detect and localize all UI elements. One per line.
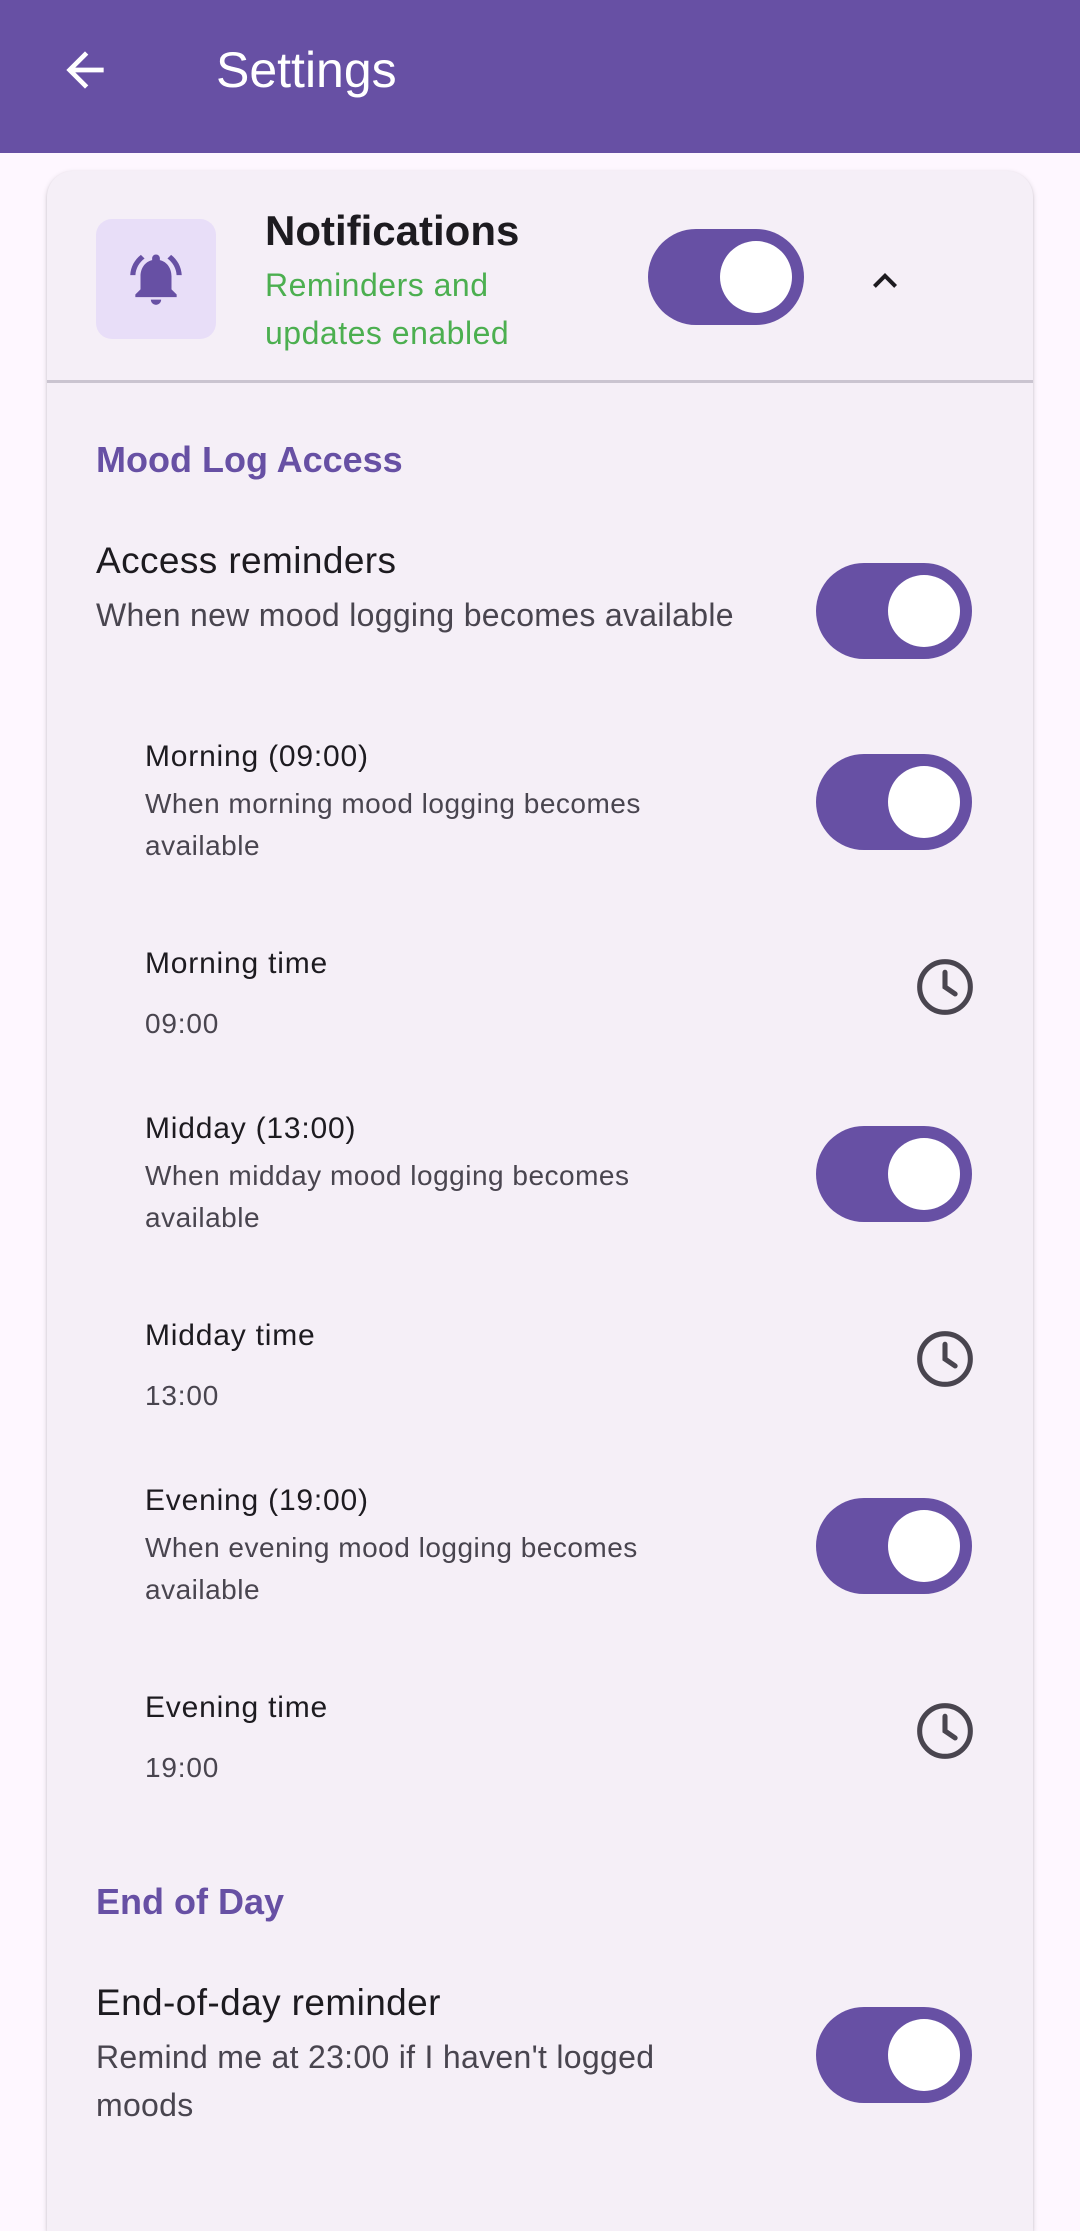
midday-time-value: 13:00 (145, 1380, 220, 1411)
morning-time-picker-button[interactable] (913, 955, 977, 1019)
notifications-status: Reminders and updates enabled (265, 267, 510, 351)
evening-title: Evening (19:00) (145, 1484, 369, 1517)
access-reminders-toggle[interactable] (816, 563, 972, 659)
toggle-thumb (888, 1510, 960, 1582)
morning-time-value: 09:00 (145, 1008, 220, 1039)
app-bar: Settings (0, 0, 1080, 153)
access-reminders-title: Access reminders (96, 540, 397, 581)
midday-title: Midday (13:00) (145, 1112, 357, 1145)
midday-time-label: Midday time (145, 1319, 316, 1352)
bell-icon (130, 254, 182, 305)
collapse-button[interactable] (855, 251, 915, 311)
evening-subtitle: When evening mood logging becomes availa… (145, 1532, 638, 1605)
toggle-thumb (720, 241, 792, 313)
midday-toggle[interactable] (816, 1126, 972, 1222)
page-title: Settings (216, 42, 397, 98)
section-title-mood-log-access: Mood Log Access (96, 439, 403, 480)
morning-time-label: Morning time (145, 947, 328, 980)
clock-icon (917, 959, 973, 1015)
midday-time-picker-button[interactable] (913, 1327, 977, 1391)
morning-subtitle: When morning mood logging becomes availa… (145, 788, 641, 861)
evening-time-value: 19:00 (145, 1752, 220, 1783)
section-title-end-of-day: End of Day (96, 1881, 285, 1922)
end-of-day-reminder-title: End-of-day reminder (96, 1982, 441, 2023)
evening-toggle[interactable] (816, 1498, 972, 1594)
toggle-thumb (888, 575, 960, 647)
back-button[interactable] (50, 35, 120, 105)
access-reminders-subtitle: When new mood logging becomes available (96, 597, 734, 633)
end-of-day-reminder-toggle[interactable] (816, 2007, 972, 2103)
arrow-left-icon (66, 51, 104, 89)
clock-icon (917, 1331, 973, 1387)
chevron-up-icon (873, 273, 897, 288)
end-of-day-reminder-subtitle: Remind me at 23:00 if I haven't logged m… (96, 2039, 655, 2123)
bell-icon-container (96, 219, 216, 339)
notifications-card: Notifications Reminders and updates enab… (47, 171, 1033, 2231)
toggle-thumb (888, 766, 960, 838)
toggle-thumb (888, 2019, 960, 2091)
notifications-toggle[interactable] (648, 229, 804, 325)
clock-icon (917, 1703, 973, 1759)
evening-time-picker-button[interactable] (913, 1699, 977, 1763)
notifications-header[interactable]: Notifications Reminders and updates enab… (47, 171, 1033, 383)
notifications-title: Notifications (265, 207, 520, 254)
morning-title: Morning (09:00) (145, 740, 369, 773)
morning-toggle[interactable] (816, 754, 972, 850)
midday-subtitle: When midday mood logging becomes availab… (145, 1160, 630, 1233)
evening-time-label: Evening time (145, 1691, 329, 1724)
toggle-thumb (888, 1138, 960, 1210)
